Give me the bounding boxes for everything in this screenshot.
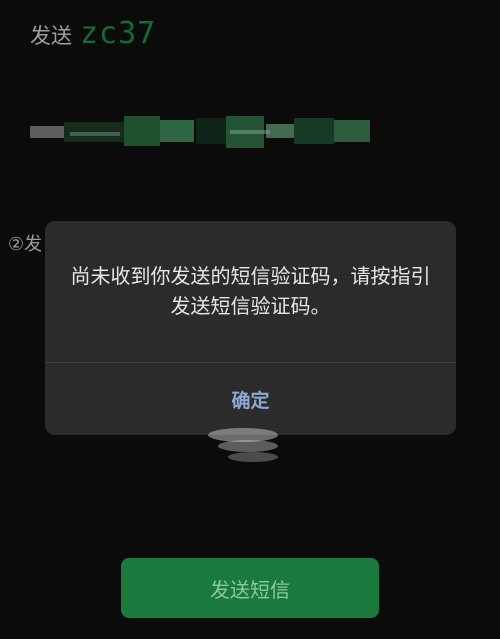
image-artifact — [198, 424, 290, 470]
alert-dialog: 尚未收到你发送的短信验证码，请按指引发送短信验证码。 确定 — [45, 221, 456, 435]
sms-verification-screen: 发送 zc37 ②发 尚未收到你发送的短信验证码，请按指引发送短信验证码。 确定… — [0, 0, 500, 639]
dialog-message: 尚未收到你发送的短信验证码，请按指引发送短信验证码。 — [70, 264, 431, 318]
send-sms-button[interactable]: 发送短信 — [121, 558, 379, 618]
